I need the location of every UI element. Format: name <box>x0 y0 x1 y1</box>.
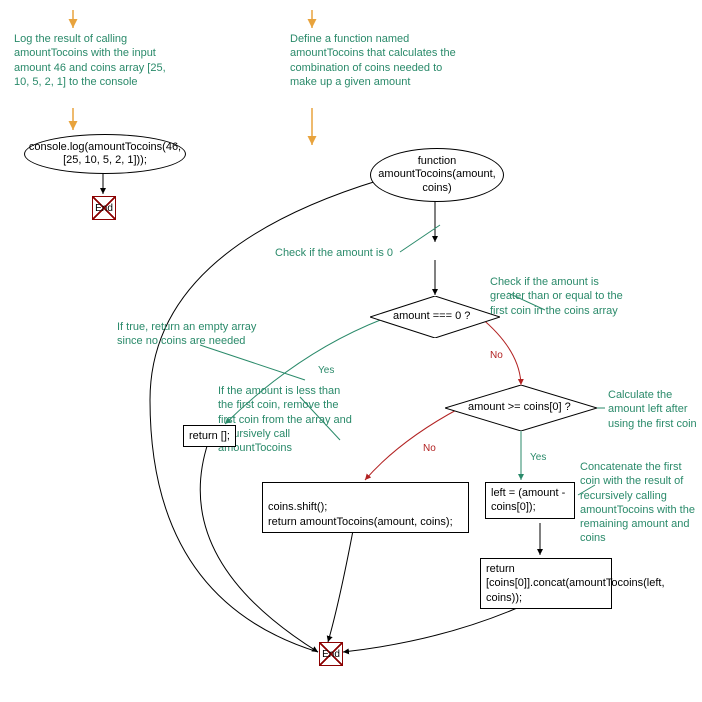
node-return-concat: return [coins[0]].concat(amountTocoins(l… <box>480 558 612 609</box>
annotation-return-empty: If true, return an empty array since no … <box>117 320 267 349</box>
node-shift-recurse: coins.shift(); return amountTocoins(amou… <box>262 482 469 533</box>
node-cond-amount-zero-text: amount === 0 ? <box>393 310 470 322</box>
annotation-concat: Concatenate the first coin with the resu… <box>580 460 700 546</box>
node-function-def: function amountTocoins(amount, coins) <box>370 148 504 202</box>
node-console-log-text: console.log(amountTocoins(46, [25, 10, 5… <box>25 141 185 167</box>
node-console-log: console.log(amountTocoins(46, [25, 10, 5… <box>24 134 186 174</box>
annotation-check-first-coin: Check if the amount is greater than or e… <box>490 275 630 318</box>
annotation-calc-left: Calculate the amount left after using th… <box>608 388 698 431</box>
annotation-define-function: Define a function named amountTocoins th… <box>290 32 465 89</box>
annotation-log-result: Log the result of calling amountTocoins … <box>14 32 174 89</box>
edge-label-no-1: No <box>490 350 503 361</box>
annotation-check-zero: Check if the amount is 0 <box>275 246 393 260</box>
edge-label-yes-2: Yes <box>530 452 546 463</box>
node-return-empty: return []; <box>183 425 236 447</box>
node-calc-left: left = (amount - coins[0]); <box>485 482 575 519</box>
annotation-shift-coin: If the amount is less than the first coi… <box>218 384 358 455</box>
node-end-2: End <box>319 642 343 666</box>
edge-label-no-2: No <box>423 443 436 454</box>
node-function-def-text: function amountTocoins(amount, coins) <box>371 155 503 195</box>
node-cond-amount-ge-coin-text: amount >= coins[0] ? <box>468 401 571 413</box>
edge-label-yes-1: Yes <box>318 365 334 376</box>
node-end-1: End <box>92 196 116 220</box>
